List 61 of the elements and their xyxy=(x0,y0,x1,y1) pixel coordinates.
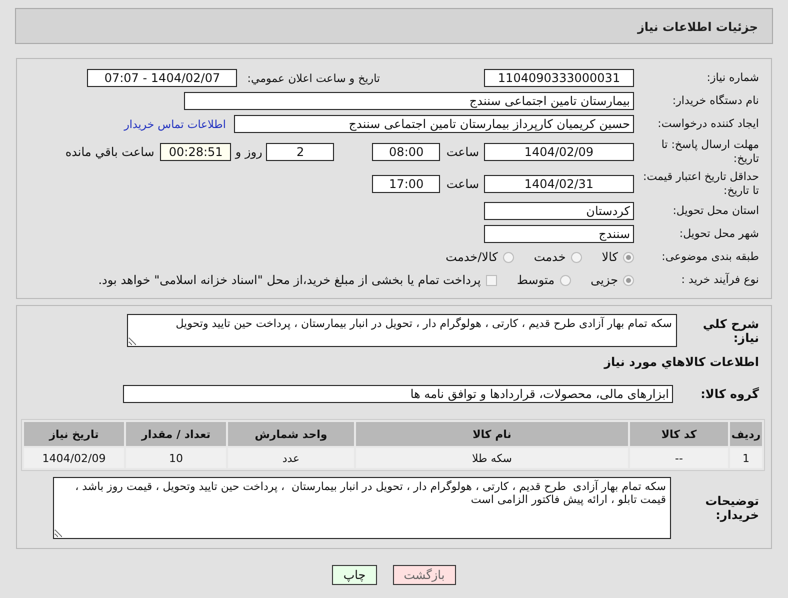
radio-label: خدمت xyxy=(534,250,566,264)
deadline-time-field: 08:00 xyxy=(372,142,440,160)
field-label: شهر محل تحویل: xyxy=(678,227,759,241)
column-header: ردیف xyxy=(730,422,762,446)
column-header: تاریخ نیاز xyxy=(24,422,124,446)
field-label: استان محل تحویل: xyxy=(672,204,759,218)
field-label: نوع فرآیند خرید : xyxy=(680,273,759,287)
radio-label: کالا/خدمت xyxy=(446,250,498,264)
days-field: 2 xyxy=(266,142,334,160)
checkbox-label: پرداخت تمام یا بخشی از مبلغ خرید،از محل "اسناد خزانه اسلامی" خواهد بود. xyxy=(98,273,481,287)
time-label: ساعت xyxy=(446,144,479,158)
checkbox[interactable] xyxy=(486,274,497,286)
table-cell: 1404/02/09 xyxy=(24,448,124,468)
radio-label: کالا xyxy=(602,250,618,264)
field-label: طبقه بندی موضوعی: xyxy=(660,250,759,264)
radio-label: جزیی xyxy=(590,273,618,287)
field-label: نام دستگاه خریدار: xyxy=(671,94,759,108)
buyer-org-field: بیمارستان تامین اجتماعی سنندج xyxy=(184,92,634,110)
deadline-date-field: 1404/02/09 xyxy=(484,142,634,160)
table-cell: 1 xyxy=(730,448,762,468)
table-cell: 10 xyxy=(126,448,226,468)
requester-field: حسین کریمیان کارپرداز بیمارستان تامین اجتماعی سنندج xyxy=(234,115,634,133)
province-field: کردستان xyxy=(484,202,634,220)
field-label: مهلت ارسال پاسخ: تا تاریخ: xyxy=(660,138,759,166)
group-label: گروه کالا: xyxy=(700,387,759,401)
radio-button[interactable] xyxy=(623,274,634,286)
validity-date-field: 1404/02/31 xyxy=(484,174,634,192)
buyer-notes-field[interactable]: سکه تمام بهار آزادی طرح قدیم ، کارتی ، هولوگرام دار ، تحویل در انبار بیمارستان ، پرداخت حین تایید وتحویل ، قیمت روز باشد ، قیمت تابلو ، ارائه پیش فاکتور الزامی است xyxy=(53,477,671,539)
radio-button[interactable] xyxy=(570,252,582,262)
need-number-field: 1104090333000031 xyxy=(484,69,634,87)
column-header: واحد شمارش xyxy=(228,422,354,446)
radio-button[interactable] xyxy=(560,274,571,286)
page-title-bar: جزئیات اطلاعات نیاز xyxy=(15,8,773,44)
radio-button[interactable] xyxy=(623,252,634,262)
field-label: شماره نیاز: xyxy=(706,71,759,85)
action-button[interactable]: بازگشت xyxy=(392,565,456,585)
field-label: تاریخ و ساعت اعلان عمومي: xyxy=(247,72,380,84)
days-label: روز و xyxy=(235,144,262,158)
time-label: ساعت xyxy=(446,176,479,190)
column-header: کد کالا xyxy=(630,422,728,446)
remaining-time-field: 00:28:51 xyxy=(160,142,232,160)
notes-label: توضیحات خریدار: xyxy=(704,494,759,522)
table-cell: -- xyxy=(630,448,728,468)
column-header: نام کالا xyxy=(356,422,628,446)
validity-time-field: 17:00 xyxy=(372,174,440,192)
remaining-label: ساعت باقي مانده xyxy=(65,144,154,158)
radio-button[interactable] xyxy=(502,252,514,262)
goods-group-field: ابزارهای مالی، محصولات، قراردادها و توافق نامه ها xyxy=(123,385,673,403)
announce-date-field: 1404/02/07 - 07:07 xyxy=(87,69,238,87)
contact-link[interactable]: اطلاعات تماس خریدار xyxy=(124,118,226,130)
summary-label: شرح کلي نیاز: xyxy=(702,316,759,344)
radio-label: متوسط xyxy=(516,273,555,287)
summary-field[interactable]: سکه تمام بهار آزادی طرح قدیم ، کارتی ، هولوگرام دار ، تحویل در انبار بیمارستان ، پرداخت حین تایید وتحویل xyxy=(127,314,677,347)
field-label: ایجاد کننده درخواست: xyxy=(656,117,759,131)
table-cell: سکه طلا xyxy=(356,448,628,468)
city-field: سنندج xyxy=(484,225,634,243)
section-title: اطلاعات کالاهاي مورد نیاز xyxy=(602,355,759,369)
action-button[interactable]: چاپ xyxy=(332,565,377,585)
column-header: تعداد / مقدار xyxy=(126,422,226,446)
table-cell: عدد xyxy=(228,448,354,468)
field-label: حداقل تاریخ اعتبار قیمت: تا تاریخ: xyxy=(642,170,759,198)
